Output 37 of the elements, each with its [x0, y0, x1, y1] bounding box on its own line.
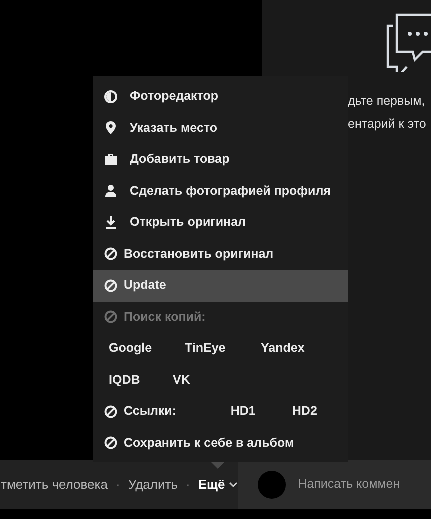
menu-pointer [211, 462, 225, 469]
prohibited-icon [104, 436, 118, 450]
link[interactable]: Yandex [261, 339, 337, 358]
prohibited-icon [104, 310, 118, 324]
menu-item-label[interactable]: Открыть оригинал [130, 213, 246, 232]
menu-item-label[interactable]: Фоторедактор [130, 87, 219, 106]
briefcase-icon [103, 152, 119, 168]
download-icon [103, 214, 119, 231]
menu-item-label[interactable]: Сохранить к себе в альбом [124, 434, 294, 453]
menu-item[interactable]: Update [93, 270, 348, 302]
prohibited-icon [104, 278, 118, 293]
links-label: Ссылки: [124, 403, 178, 420]
separator-dot: · [186, 476, 190, 494]
location-pin-icon [103, 120, 119, 136]
avatar [258, 470, 286, 498]
more-dropdown[interactable]: Ещё [198, 474, 238, 494]
link[interactable]: тметить человека [1, 474, 108, 494]
menu-item-label[interactable]: Сделать фотографией профиля [130, 182, 331, 201]
prohibited-icon [104, 247, 118, 262]
link[interactable]: VK [173, 370, 237, 390]
link[interactable]: HD2 [292, 402, 348, 422]
link[interactable]: HD1 [230, 402, 286, 422]
half-circle-icon [103, 88, 119, 105]
chat-bubbles-icon [385, 12, 431, 72]
menu-item-label[interactable]: Восстановить оригинал [124, 244, 274, 264]
link[interactable]: TinEye [185, 339, 261, 358]
caret-icon [229, 482, 238, 488]
link[interactable]: Удалить [128, 474, 178, 494]
link[interactable]: Google [109, 339, 185, 358]
comment-prompt-text: ентарий к это [348, 116, 426, 133]
comment-prompt-text: дьте первым, [348, 93, 426, 110]
separator-dot: · [116, 476, 120, 494]
person-icon [103, 183, 119, 200]
link[interactable]: IQDB [109, 370, 173, 390]
menu-item-label[interactable]: Добавить товар [130, 150, 230, 170]
prohibited-icon [104, 404, 118, 419]
menu-item-label[interactable]: Указать место [130, 118, 218, 138]
